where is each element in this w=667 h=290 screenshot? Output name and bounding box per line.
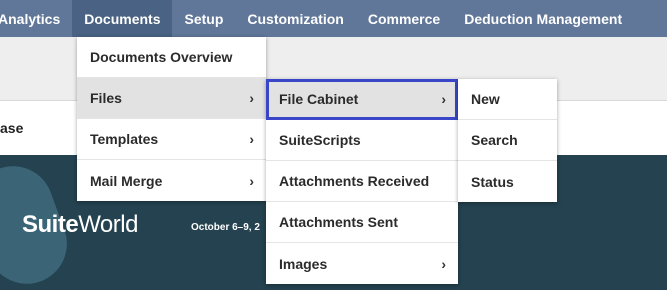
- menu-item-label: Documents Overview: [90, 49, 233, 65]
- menu-item-label: Status: [471, 173, 514, 190]
- logo-bold-text: Suite: [22, 211, 79, 238]
- menu-item-label: Attachments Received: [279, 173, 430, 189]
- nav-documents[interactable]: Documents: [72, 0, 173, 37]
- chevron-right-icon: ›: [249, 172, 254, 189]
- menu-item-label: New: [471, 91, 500, 107]
- menu-item-files[interactable]: Files ›: [77, 78, 266, 119]
- logo-light-text: World: [78, 211, 138, 238]
- chevron-right-icon: ›: [441, 91, 446, 107]
- chevron-right-icon: ›: [249, 90, 254, 106]
- suiteworld-logo: SuiteWorld: [22, 211, 138, 239]
- menu-item-documents-overview[interactable]: Documents Overview: [77, 37, 266, 78]
- menu-item-suitescripts[interactable]: SuiteScripts: [266, 120, 458, 161]
- nav-setup[interactable]: Setup: [172, 0, 235, 37]
- nav-customization[interactable]: Customization: [235, 0, 355, 37]
- documents-dropdown-menu: Documents Overview Files › Templates › M…: [77, 37, 266, 201]
- files-submenu: File Cabinet › SuiteScripts Attachments …: [266, 79, 458, 284]
- menu-item-new[interactable]: New: [458, 79, 557, 120]
- nav-deduction-management[interactable]: Deduction Management: [452, 0, 634, 37]
- top-navigation-bar: Analytics Documents Setup Customization …: [0, 0, 667, 37]
- menu-item-label: File Cabinet: [279, 91, 359, 107]
- menu-item-file-cabinet[interactable]: File Cabinet ›: [266, 79, 458, 120]
- menu-item-label: Search: [471, 132, 518, 148]
- file-cabinet-submenu: New Search Status: [458, 79, 557, 202]
- nav-commerce[interactable]: Commerce: [356, 0, 452, 37]
- menu-item-status[interactable]: Status: [458, 161, 557, 202]
- menu-item-label: Attachments Sent: [279, 214, 399, 230]
- banner-date-text: October 6–9, 2: [191, 222, 260, 233]
- chevron-right-icon: ›: [249, 131, 254, 147]
- menu-item-label: Files: [90, 90, 122, 106]
- menu-item-label: Mail Merge: [90, 172, 163, 189]
- menu-item-templates[interactable]: Templates ›: [77, 119, 266, 160]
- menu-item-label: SuiteScripts: [279, 132, 361, 148]
- page-heading-partial: ase: [0, 120, 24, 136]
- chevron-right-icon: ›: [441, 255, 446, 272]
- nav-analytics[interactable]: Analytics: [0, 0, 72, 37]
- menu-item-attachments-received[interactable]: Attachments Received: [266, 161, 458, 202]
- menu-item-attachments-sent[interactable]: Attachments Sent: [266, 202, 458, 243]
- menu-item-label: Images: [279, 255, 328, 272]
- menu-item-images[interactable]: Images ›: [266, 243, 458, 284]
- menu-item-search[interactable]: Search: [458, 120, 557, 161]
- menu-item-mail-merge[interactable]: Mail Merge ›: [77, 160, 266, 201]
- menu-item-label: Templates: [90, 131, 159, 147]
